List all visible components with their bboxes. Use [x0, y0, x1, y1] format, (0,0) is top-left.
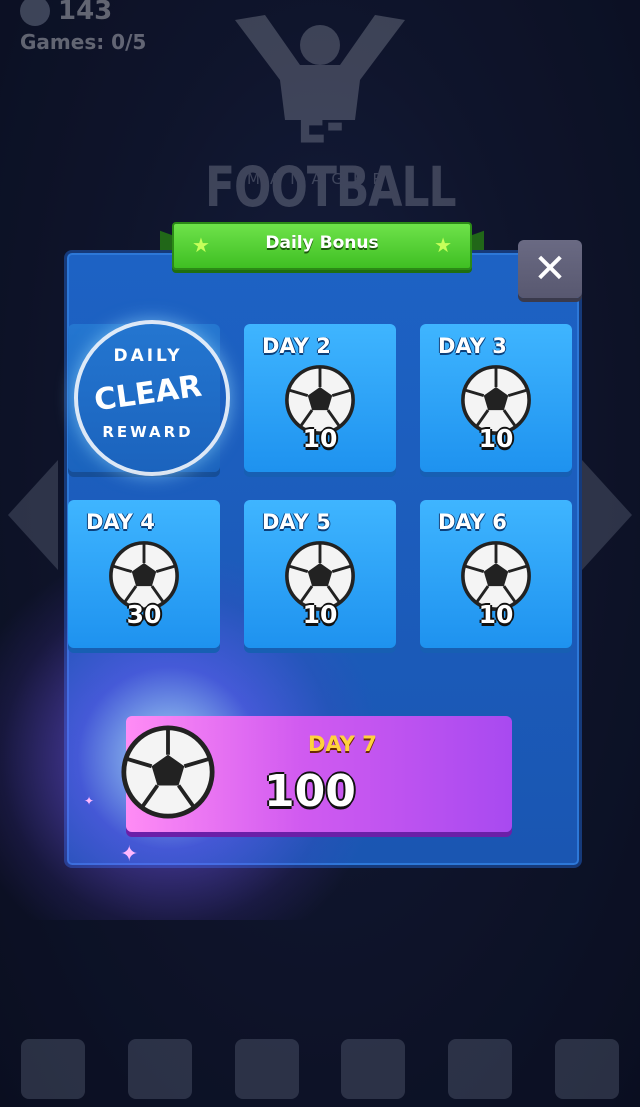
day-4-tile[interactable]: DAY 4 30	[68, 500, 220, 648]
rocket-icon[interactable]	[447, 1038, 512, 1099]
day-7-tile[interactable]: DAY 7 100	[121, 716, 512, 832]
reward-amount: 10	[478, 600, 514, 629]
checklist-icon[interactable]	[127, 1038, 192, 1099]
podium-icon[interactable]	[21, 1038, 86, 1099]
day-5-tile[interactable]: DAY 5 10	[244, 500, 396, 648]
day-label: DAY 5	[262, 510, 331, 534]
day-label: DAY 4	[86, 510, 155, 534]
dialog-title: Daily Bonus	[265, 233, 379, 253]
day-label: DAY 2	[262, 334, 331, 358]
pickaxe-icon[interactable]	[341, 1038, 406, 1099]
day-label: DAY 3	[438, 334, 507, 358]
reward-amount: 10	[478, 424, 514, 453]
close-icon: ✕	[533, 246, 567, 292]
prev-arrow-icon[interactable]	[8, 460, 58, 570]
bottom-nav	[0, 1030, 640, 1107]
coin-value: 143	[58, 0, 113, 26]
gear-coin-icon	[20, 0, 50, 26]
reward-amount: 100	[264, 766, 356, 817]
day-label: DAY 6	[438, 510, 507, 534]
day-label: DAY 7	[308, 732, 377, 756]
logo-subtitle: MANAGER	[247, 170, 393, 188]
shop-icon[interactable]	[234, 1038, 299, 1099]
sparkle-icon: ✦	[84, 794, 95, 808]
day-3-tile[interactable]: DAY 3 10	[420, 324, 572, 472]
logo-title: E-FOOTBALL	[205, 92, 457, 220]
game-logo: E-FOOTBALL MANAGER	[205, 10, 457, 220]
daily-bonus-banner: ★ Daily Bonus ★	[172, 222, 472, 270]
top-hud: 143 Games: 0/5	[20, 0, 146, 54]
sparkle-icon: ✦	[120, 842, 139, 867]
day-2-tile[interactable]: DAY 2 10	[244, 324, 396, 472]
reward-amount: 30	[126, 600, 162, 629]
stamp-bottom-text: REWARD	[102, 423, 194, 441]
day-6-tile[interactable]: DAY 6 10	[420, 500, 572, 648]
star-icon: ★	[434, 233, 452, 257]
close-button[interactable]: ✕	[518, 240, 582, 298]
next-arrow-icon[interactable]	[582, 460, 632, 570]
coin-counter: 143	[20, 0, 146, 26]
reward-amount: 10	[302, 424, 338, 453]
games-counter: Games: 0/5	[20, 30, 147, 54]
calendar-icon[interactable]	[554, 1038, 619, 1099]
reward-amount: 10	[302, 600, 338, 629]
stamp-top-text: DAILY	[113, 346, 183, 366]
soccer-ball-icon	[121, 725, 215, 819]
daily-clear-reward-stamp: DAILY CLEAR REWARD	[72, 318, 230, 476]
